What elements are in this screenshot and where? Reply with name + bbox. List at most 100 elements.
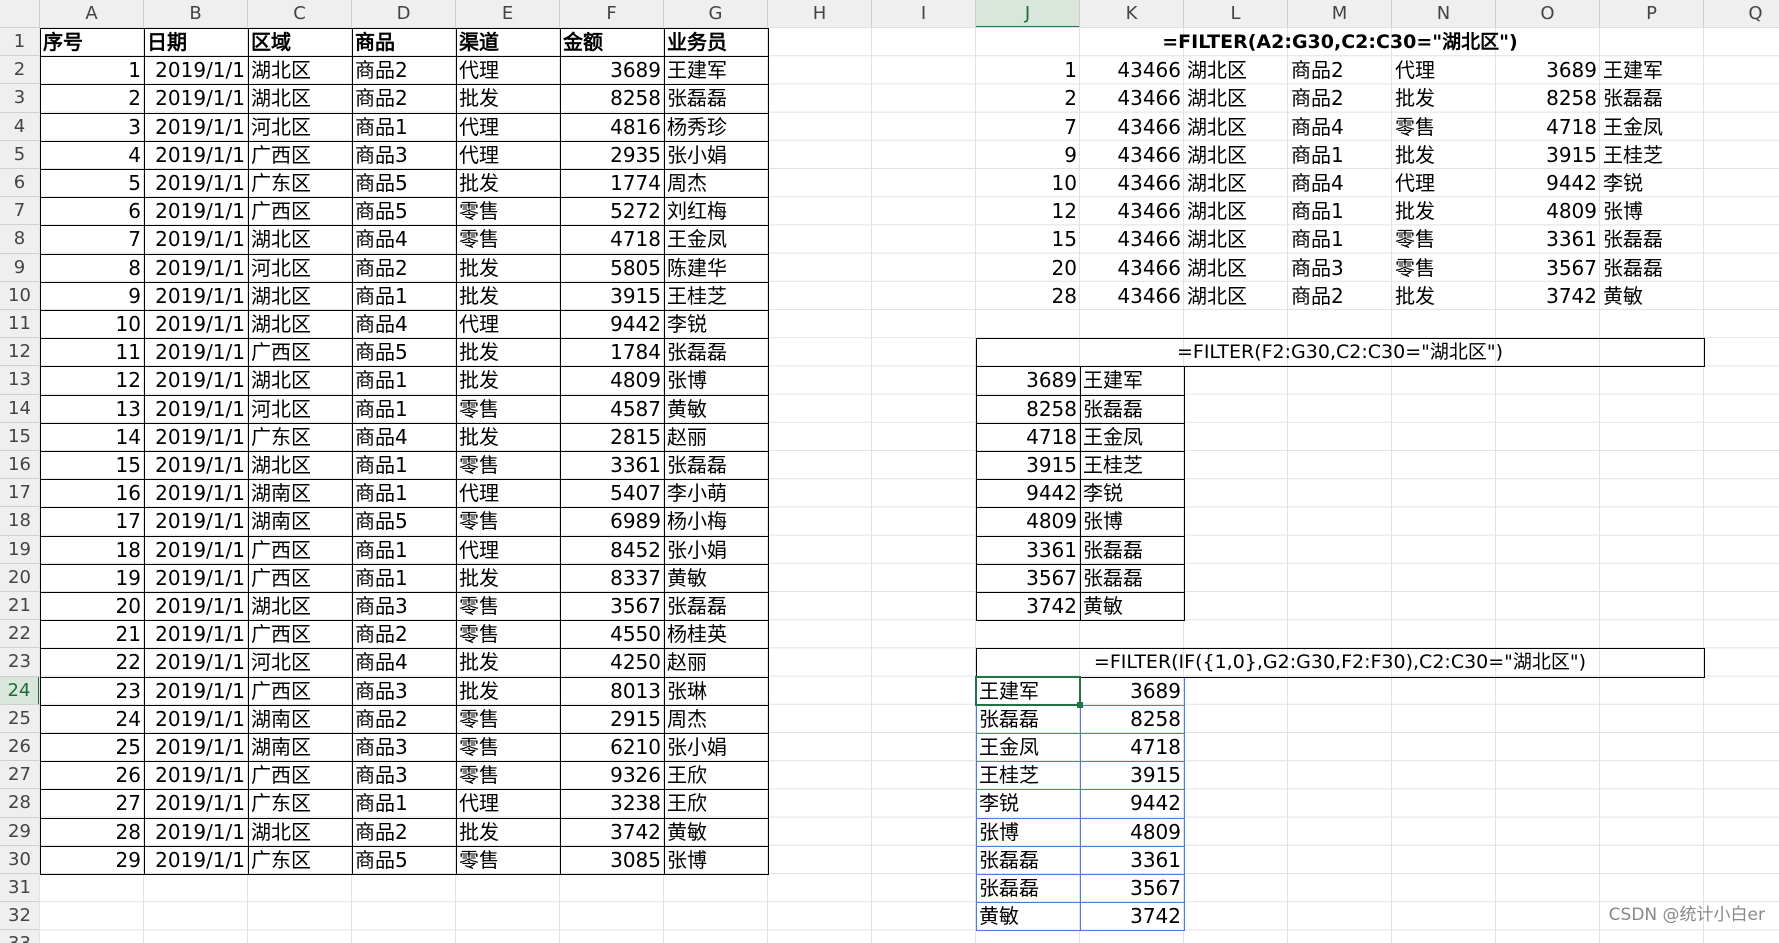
table-cell[interactable]: 代理	[456, 310, 560, 338]
row-header-21[interactable]: 21	[0, 592, 40, 621]
table-cell[interactable]: 批发	[456, 338, 560, 366]
table-cell[interactable]: 2019/1/1	[144, 395, 248, 423]
table-cell[interactable]: 2019/1/1	[144, 536, 248, 564]
filter1-cell[interactable]: 张磊磊	[1600, 254, 1704, 282]
table-cell[interactable]: 4250	[560, 648, 664, 676]
table-cell[interactable]: 4550	[560, 620, 664, 648]
table-cell[interactable]: 1784	[560, 338, 664, 366]
filter1-cell[interactable]: 零售	[1392, 225, 1496, 253]
table-cell[interactable]: 湖南区	[248, 507, 352, 535]
table-cell[interactable]: 张小娟	[664, 141, 768, 169]
header-cell[interactable]: 序号	[40, 28, 144, 56]
filter1-cell[interactable]: 张磊磊	[1600, 84, 1704, 112]
table-cell[interactable]: 21	[40, 620, 144, 648]
table-cell[interactable]: 商品4	[352, 310, 456, 338]
table-cell[interactable]: 商品3	[352, 761, 456, 789]
table-cell[interactable]: 商品4	[352, 225, 456, 253]
table-cell[interactable]: 2019/1/1	[144, 677, 248, 705]
table-cell[interactable]: 商品3	[352, 141, 456, 169]
filter3-cell[interactable]: 王桂芝	[976, 761, 1080, 789]
table-cell[interactable]: 23	[40, 677, 144, 705]
filter1-cell[interactable]: 代理	[1392, 56, 1496, 84]
table-cell[interactable]: 批发	[456, 366, 560, 394]
column-header-A[interactable]: A	[40, 0, 144, 28]
table-cell[interactable]: 张琳	[664, 677, 768, 705]
filter1-cell[interactable]: 王金凤	[1600, 113, 1704, 141]
table-cell[interactable]: 广东区	[248, 789, 352, 817]
filter1-cell[interactable]: 9442	[1496, 169, 1600, 197]
column-header-Q[interactable]: Q	[1704, 0, 1779, 28]
filter1-cell[interactable]: 湖北区	[1184, 169, 1288, 197]
table-cell[interactable]: 3915	[560, 282, 664, 310]
table-cell[interactable]: 李锐	[664, 310, 768, 338]
column-header-L[interactable]: L	[1184, 0, 1288, 28]
filter1-cell[interactable]: 7	[976, 113, 1080, 141]
filter2-cell[interactable]: 9442	[976, 479, 1080, 507]
row-header-30[interactable]: 30	[0, 845, 40, 874]
table-cell[interactable]: 2019/1/1	[144, 56, 248, 84]
filter1-cell[interactable]: 湖北区	[1184, 113, 1288, 141]
filter3-cell[interactable]: 4809	[1080, 818, 1184, 846]
filter1-cell[interactable]: 批发	[1392, 84, 1496, 112]
table-cell[interactable]: 张磊磊	[664, 451, 768, 479]
table-cell[interactable]: 赵丽	[664, 648, 768, 676]
filter1-cell[interactable]: 3742	[1496, 282, 1600, 310]
table-cell[interactable]: 批发	[456, 84, 560, 112]
table-cell[interactable]: 2019/1/1	[144, 479, 248, 507]
table-cell[interactable]: 代理	[456, 536, 560, 564]
table-cell[interactable]: 17	[40, 507, 144, 535]
table-cell[interactable]: 1774	[560, 169, 664, 197]
row-header-32[interactable]: 32	[0, 902, 40, 931]
table-cell[interactable]: 2019/1/1	[144, 113, 248, 141]
filter1-cell[interactable]: 商品1	[1288, 197, 1392, 225]
table-cell[interactable]: 商品4	[352, 423, 456, 451]
filter3-cell[interactable]: 3915	[1080, 761, 1184, 789]
filter1-cell[interactable]: 批发	[1392, 282, 1496, 310]
table-cell[interactable]: 湖北区	[248, 310, 352, 338]
table-cell[interactable]: 零售	[456, 451, 560, 479]
row-header-17[interactable]: 17	[0, 479, 40, 508]
table-cell[interactable]: 广西区	[248, 761, 352, 789]
table-cell[interactable]: 广西区	[248, 197, 352, 225]
filter1-cell[interactable]: 张磊磊	[1600, 225, 1704, 253]
row-header-20[interactable]: 20	[0, 563, 40, 592]
filter1-cell[interactable]: 43466	[1080, 169, 1184, 197]
filter1-cell[interactable]: 1	[976, 56, 1080, 84]
table-cell[interactable]: 张磊磊	[664, 84, 768, 112]
table-cell[interactable]: 批发	[456, 423, 560, 451]
table-cell[interactable]: 2019/1/1	[144, 705, 248, 733]
table-cell[interactable]: 商品2	[352, 84, 456, 112]
table-cell[interactable]: 刘红梅	[664, 197, 768, 225]
table-cell[interactable]: 20	[40, 592, 144, 620]
table-cell[interactable]: 广东区	[248, 169, 352, 197]
filter2-cell[interactable]: 3689	[976, 366, 1080, 394]
table-cell[interactable]: 2019/1/1	[144, 282, 248, 310]
filter1-cell[interactable]: 湖北区	[1184, 225, 1288, 253]
table-cell[interactable]: 零售	[456, 592, 560, 620]
table-cell[interactable]: 商品1	[352, 536, 456, 564]
table-cell[interactable]: 9	[40, 282, 144, 310]
table-cell[interactable]: 商品3	[352, 592, 456, 620]
filter1-cell[interactable]: 湖北区	[1184, 84, 1288, 112]
table-cell[interactable]: 2019/1/1	[144, 846, 248, 874]
filter1-cell[interactable]: 10	[976, 169, 1080, 197]
table-cell[interactable]: 河北区	[248, 395, 352, 423]
filter1-cell[interactable]: 批发	[1392, 141, 1496, 169]
table-cell[interactable]: 批发	[456, 564, 560, 592]
filter3-cell[interactable]: 李锐	[976, 789, 1080, 817]
filter1-cell[interactable]: 43466	[1080, 84, 1184, 112]
table-cell[interactable]: 6210	[560, 733, 664, 761]
row-header-5[interactable]: 5	[0, 140, 40, 169]
table-cell[interactable]: 张博	[664, 846, 768, 874]
table-cell[interactable]: 29	[40, 846, 144, 874]
table-cell[interactable]: 商品2	[352, 254, 456, 282]
table-cell[interactable]: 8452	[560, 536, 664, 564]
filter3-cell[interactable]: 黄敏	[976, 902, 1080, 930]
filter3-cell[interactable]: 3742	[1080, 902, 1184, 930]
table-cell[interactable]: 王建军	[664, 56, 768, 84]
column-header-K[interactable]: K	[1080, 0, 1184, 28]
table-cell[interactable]: 李小萌	[664, 479, 768, 507]
active-cell-selection[interactable]	[975, 675, 1081, 706]
table-cell[interactable]: 2019/1/1	[144, 310, 248, 338]
table-cell[interactable]: 14	[40, 423, 144, 451]
